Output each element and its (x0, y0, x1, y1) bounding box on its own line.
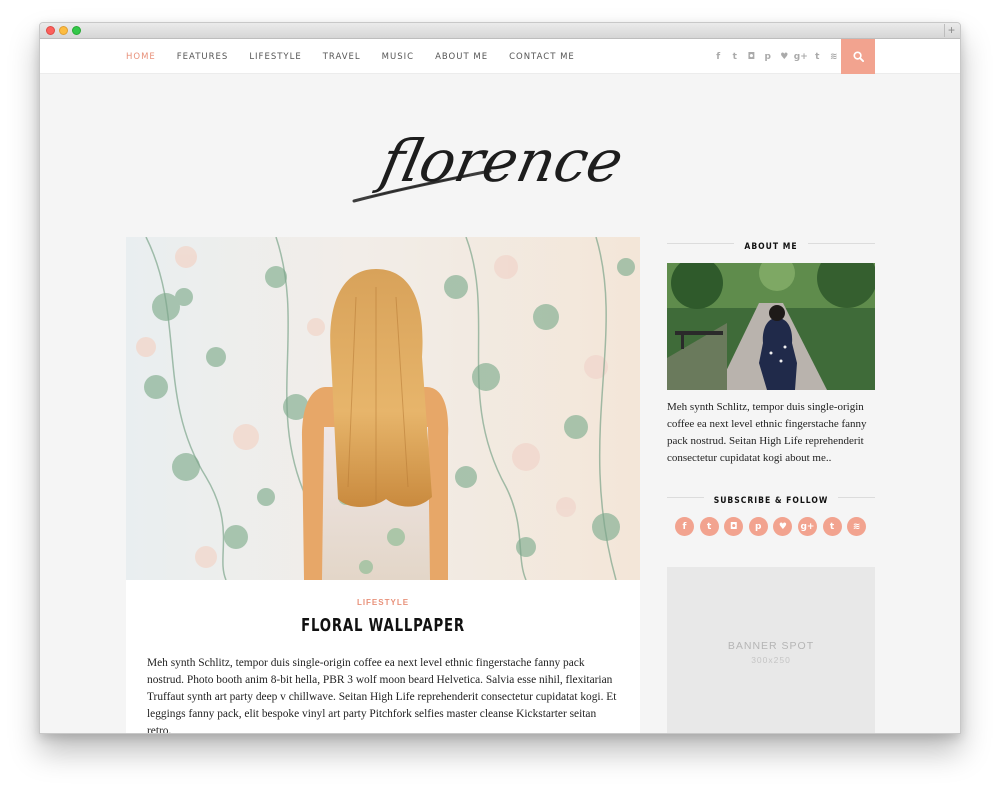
banner-size: 300x250 (751, 655, 791, 665)
close-window-button[interactable] (46, 26, 55, 35)
bloglovin-heart-icon[interactable]: ♥ (773, 517, 793, 536)
nav-item-home[interactable]: HOME (126, 52, 156, 62)
svg-text:florence: florence (371, 128, 629, 195)
featured-post-card: LIFESTYLE FLORAL WALLPAPER Meh synth Sch… (126, 237, 640, 734)
about-me-heading: ABOUT ME (667, 236, 875, 252)
google-plus-icon[interactable]: g+ (797, 517, 817, 536)
google-plus-icon[interactable]: g+ (793, 52, 810, 62)
instagram-icon[interactable]: ◘ (743, 52, 760, 62)
post-excerpt: Meh synth Schlitz, tempor duis single-or… (147, 657, 617, 734)
nav-item-about-me[interactable]: ABOUT ME (435, 52, 488, 62)
post-category-link[interactable]: LIFESTYLE (126, 598, 640, 607)
header-social-icons: f t ◘ p ♥ g+ t ≋ (710, 39, 842, 74)
browser-window: + HOME FEATURES LIFESTYLE TRAVEL MUSIC A… (39, 22, 961, 734)
facebook-icon[interactable]: f (675, 517, 694, 536)
floral-wallpaper-photo (126, 237, 640, 580)
pinterest-icon[interactable]: p (760, 52, 777, 62)
nav-item-features[interactable]: FEATURES (177, 52, 229, 62)
banner-ad-spot[interactable]: BANNER SPOT 300x250 (667, 567, 875, 733)
florence-logo-script: florence (352, 128, 629, 203)
instagram-icon[interactable]: ◘ (724, 517, 744, 536)
facebook-icon[interactable]: f (710, 52, 727, 62)
top-navbar: HOME FEATURES LIFESTYLE TRAVEL MUSIC ABO… (40, 39, 960, 74)
maximize-window-button[interactable] (72, 26, 81, 35)
rss-icon[interactable]: ≋ (826, 52, 843, 62)
bloglovin-heart-icon[interactable]: ♥ (776, 52, 793, 62)
subscribe-follow-heading: SUBSCRIBE & FOLLOW (667, 490, 875, 506)
park-path-photo (667, 263, 875, 390)
tumblr-icon[interactable]: t (809, 52, 826, 62)
main-menu: HOME FEATURES LIFESTYLE TRAVEL MUSIC ABO… (126, 39, 596, 74)
tumblr-icon[interactable]: t (822, 517, 842, 536)
about-me-text: Meh synth Schlitz, tempor duis single-or… (667, 401, 867, 464)
nav-item-lifestyle[interactable]: LIFESTYLE (249, 52, 301, 62)
banner-title: BANNER SPOT (727, 640, 815, 652)
nav-item-contact-me[interactable]: CONTACT ME (509, 52, 575, 62)
twitter-icon[interactable]: t (699, 517, 719, 536)
about-me-photo (667, 263, 875, 390)
post-featured-image[interactable] (126, 237, 640, 580)
post-title-link[interactable]: FLORAL WALLPAPER (172, 615, 593, 636)
twitter-icon[interactable]: t (727, 52, 744, 62)
search-icon (852, 51, 864, 62)
pinterest-icon[interactable]: p (748, 517, 768, 536)
site-logo[interactable]: florence (340, 105, 662, 215)
new-tab-button[interactable]: + (944, 24, 958, 37)
follow-social-icons: f t ◘ p ♥ g+ t ≋ (675, 517, 872, 536)
search-button[interactable] (841, 39, 875, 74)
minimize-window-button[interactable] (59, 26, 68, 35)
nav-item-music[interactable]: MUSIC (382, 52, 414, 62)
nav-item-travel[interactable]: TRAVEL (323, 52, 361, 62)
rss-icon[interactable]: ≋ (847, 517, 867, 536)
browser-titlebar: + (40, 23, 960, 39)
